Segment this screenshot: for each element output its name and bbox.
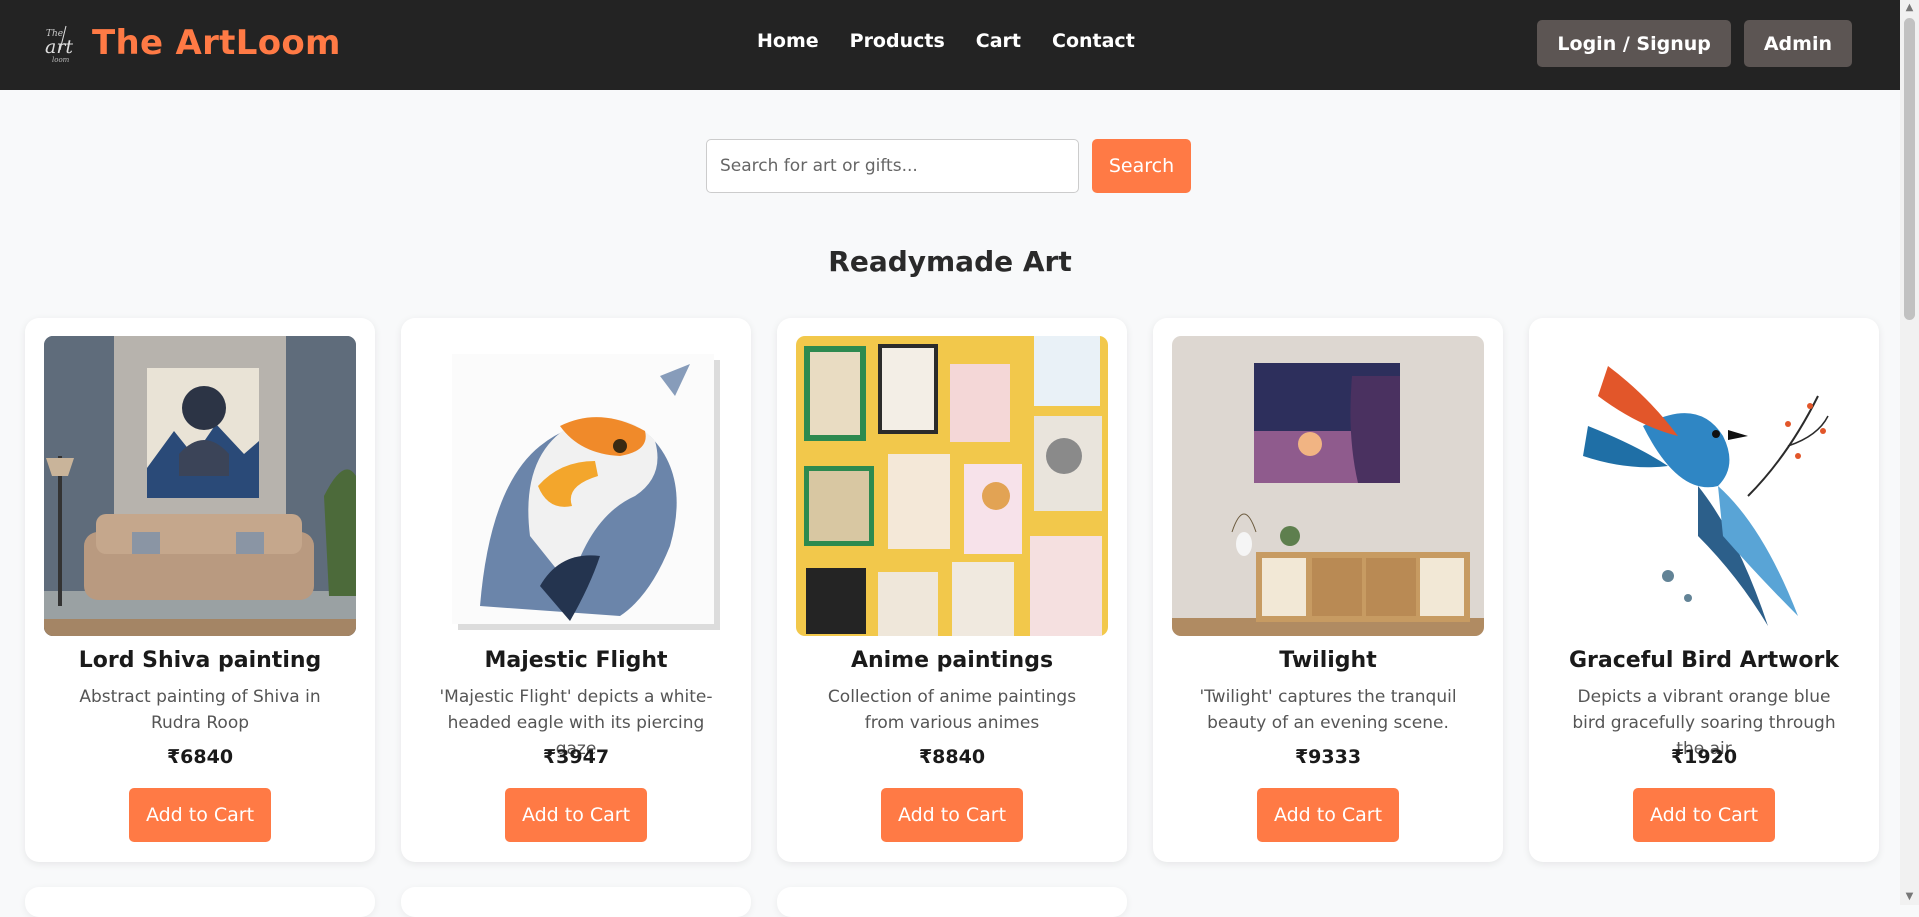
product-image-anime[interactable] <box>796 336 1108 636</box>
product-price: ₹6840 <box>166 746 234 768</box>
page-scrollbar[interactable]: ▲ ▼ <box>1900 0 1919 905</box>
product-card: Twilight 'Twilight' captures the tranqui… <box>1153 318 1503 862</box>
product-description: 'Twilight' captures the tranquil beauty … <box>1199 687 1457 733</box>
product-card <box>401 887 751 917</box>
svg-text:loom: loom <box>52 56 70 64</box>
login-signup-button[interactable]: Login / Signup <box>1537 20 1731 67</box>
scrollbar-thumb[interactable] <box>1904 18 1915 320</box>
product-grid-row-2 <box>25 887 1127 917</box>
product-price: ₹1920 <box>1670 746 1738 768</box>
add-to-cart-button[interactable]: Add to Cart <box>881 788 1023 842</box>
scroll-down-arrow-icon[interactable]: ▼ <box>1900 889 1919 905</box>
product-price: ₹9333 <box>1294 746 1362 768</box>
brand-name: The ArtLoom <box>92 23 341 63</box>
product-image-eagle[interactable] <box>420 336 732 636</box>
nav-links: Home Products Cart Contact <box>757 30 1135 52</box>
product-image-bird[interactable] <box>1548 336 1860 636</box>
admin-button[interactable]: Admin <box>1743 20 1852 67</box>
product-grid: Lord Shiva painting Abstract painting of… <box>25 318 1879 862</box>
product-card: Lord Shiva painting Abstract painting of… <box>25 318 375 862</box>
product-card: Graceful Bird Artwork Depicts a vibrant … <box>1529 318 1879 862</box>
add-to-cart-button[interactable]: Add to Cart <box>129 788 271 842</box>
section-title: Readymade Art <box>828 245 1072 278</box>
product-card: Anime paintings Collection of anime pain… <box>777 318 1127 862</box>
search-input[interactable] <box>706 139 1079 193</box>
product-price: ₹8840 <box>918 746 986 768</box>
nav-actions: Login / Signup Admin <box>1537 20 1852 67</box>
svg-text:art: art <box>45 36 73 58</box>
add-to-cart-button[interactable]: Add to Cart <box>1257 788 1399 842</box>
navbar: The art loom The ArtLoom Home Products C… <box>0 0 1900 90</box>
product-image-shiva[interactable] <box>44 336 356 636</box>
product-description: Collection of anime paintings from vario… <box>827 687 1077 733</box>
product-title: Graceful Bird Artwork <box>1568 648 1840 673</box>
brand[interactable]: The art loom The ArtLoom <box>44 22 341 64</box>
nav-link-products[interactable]: Products <box>850 30 945 52</box>
search-button[interactable]: Search <box>1092 139 1191 193</box>
product-title: Twilight <box>1279 648 1377 673</box>
product-card <box>25 887 375 917</box>
scroll-up-arrow-icon[interactable]: ▲ <box>1900 0 1919 16</box>
product-image-twilight[interactable] <box>1172 336 1484 636</box>
product-card <box>777 887 1127 917</box>
product-card: Majestic Flight 'Majestic Flight' depict… <box>401 318 751 862</box>
product-title: Anime paintings <box>850 648 1054 673</box>
product-title: Lord Shiva painting <box>78 648 322 673</box>
product-price: ₹3947 <box>542 746 610 768</box>
product-title: Majestic Flight <box>484 648 668 673</box>
nav-link-cart[interactable]: Cart <box>976 30 1021 52</box>
artloom-logo-icon: The art loom <box>44 22 74 64</box>
nav-link-contact[interactable]: Contact <box>1052 30 1135 52</box>
product-description: Abstract painting of Shiva in Rudra Roop <box>79 687 321 733</box>
add-to-cart-button[interactable]: Add to Cart <box>505 788 647 842</box>
search-row: Search <box>706 139 1191 193</box>
add-to-cart-button[interactable]: Add to Cart <box>1633 788 1775 842</box>
nav-link-home[interactable]: Home <box>757 30 819 52</box>
